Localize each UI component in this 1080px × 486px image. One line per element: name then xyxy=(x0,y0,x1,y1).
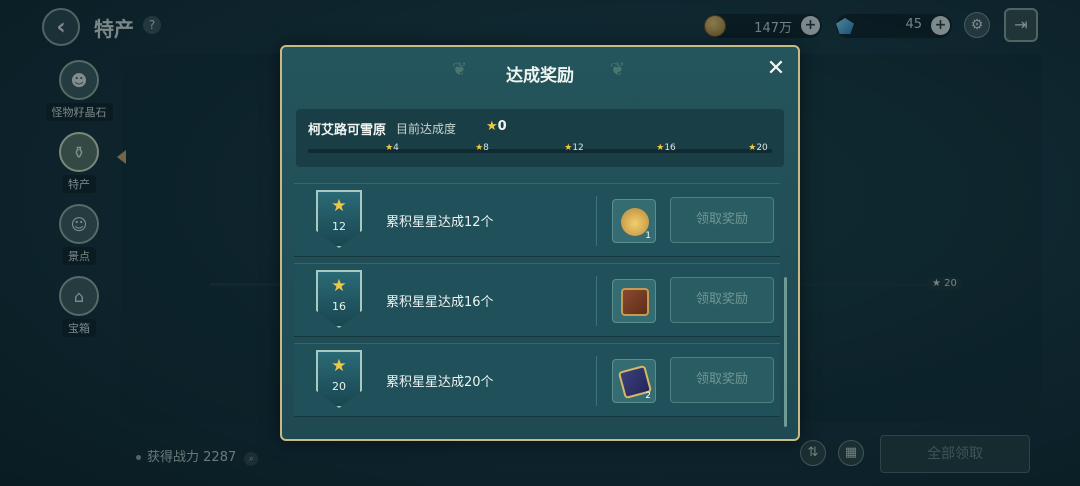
reward-row: ★ 16 累积星星达成16个 领取奖励 xyxy=(294,263,780,337)
star-icon: ★ xyxy=(331,196,347,216)
progress-value-text: 0 xyxy=(497,119,507,134)
item-count: 2 xyxy=(645,391,651,401)
reward-condition: 累积星星达成16个 xyxy=(386,295,494,310)
star-icon: ★ xyxy=(331,276,347,296)
progress-tick-value: 4 xyxy=(393,143,399,153)
divider xyxy=(596,356,597,406)
region-name: 柯艾路可雪原 xyxy=(308,123,387,138)
claim-reward-button[interactable]: 领取奖励 xyxy=(670,357,774,403)
leaf-ornament-icon: ❦ xyxy=(610,59,626,80)
dialog-header: ❦ 达成奖励 ❦ ✕ xyxy=(282,47,798,95)
progress-tick-value: 16 xyxy=(664,143,676,153)
star-shield-badge: ★ 16 xyxy=(316,270,362,328)
star-icon: ★ xyxy=(475,143,484,153)
threshold-number: 12 xyxy=(332,220,346,233)
star-icon: ★ xyxy=(486,119,498,134)
progress-value: ★0 xyxy=(486,119,507,134)
progress-tick-value: 8 xyxy=(483,143,489,153)
threshold-number: 16 xyxy=(332,300,346,313)
claim-reward-button[interactable]: 领取奖励 xyxy=(670,277,774,323)
progress-tick: ★8 xyxy=(475,143,489,153)
progress-track xyxy=(308,149,772,153)
item-count: 1 xyxy=(645,231,651,241)
star-icon: ★ xyxy=(331,356,347,376)
threshold-number: 20 xyxy=(332,380,346,393)
reward-row: ★ 12 累积星星达成12个 1 领取奖励 xyxy=(294,183,780,257)
progress-label: 目前达成度 xyxy=(396,122,457,136)
reward-item-slot[interactable]: 1 xyxy=(612,199,656,243)
book-icon xyxy=(621,288,649,316)
region-progress: 柯艾路可雪原 目前达成度 ★0 ★4 ★8 ★12 ★16 ★20 xyxy=(296,109,784,167)
reward-condition: 累积星星达成20个 xyxy=(386,375,494,390)
progress-tick: ★20 xyxy=(748,143,768,153)
progress-tick: ★4 xyxy=(385,143,399,153)
reward-item-slot[interactable] xyxy=(612,279,656,323)
close-button[interactable]: ✕ xyxy=(764,57,788,81)
divider xyxy=(596,276,597,326)
progress-tick-value: 20 xyxy=(756,143,768,153)
claim-reward-button[interactable]: 领取奖励 xyxy=(670,197,774,243)
reward-condition: 累积星星达成12个 xyxy=(386,215,494,230)
divider xyxy=(596,196,597,246)
star-icon: ★ xyxy=(656,143,665,153)
star-icon: ★ xyxy=(564,143,573,153)
reward-row: ★ 20 累积星星达成20个 2 领取奖励 xyxy=(294,343,780,417)
reward-item-slot[interactable]: 2 xyxy=(612,359,656,403)
scrollbar[interactable] xyxy=(784,277,787,427)
dialog-title: 达成奖励 xyxy=(506,66,574,86)
progress-tick: ★16 xyxy=(656,143,676,153)
star-shield-badge: ★ 20 xyxy=(316,350,362,408)
progress-tick-value: 12 xyxy=(572,143,584,153)
star-icon: ★ xyxy=(748,143,757,153)
star-icon: ★ xyxy=(385,143,394,153)
star-shield-badge: ★ 12 xyxy=(316,190,362,248)
achievement-reward-dialog: ❦ 达成奖励 ❦ ✕ 柯艾路可雪原 目前达成度 ★0 ★4 ★8 ★12 ★16… xyxy=(280,45,800,441)
reward-list[interactable]: ★ 12 累积星星达成12个 1 领取奖励 ★ 16 累积星星达成16个 领取奖… xyxy=(294,181,790,427)
progress-tick: ★12 xyxy=(564,143,584,153)
